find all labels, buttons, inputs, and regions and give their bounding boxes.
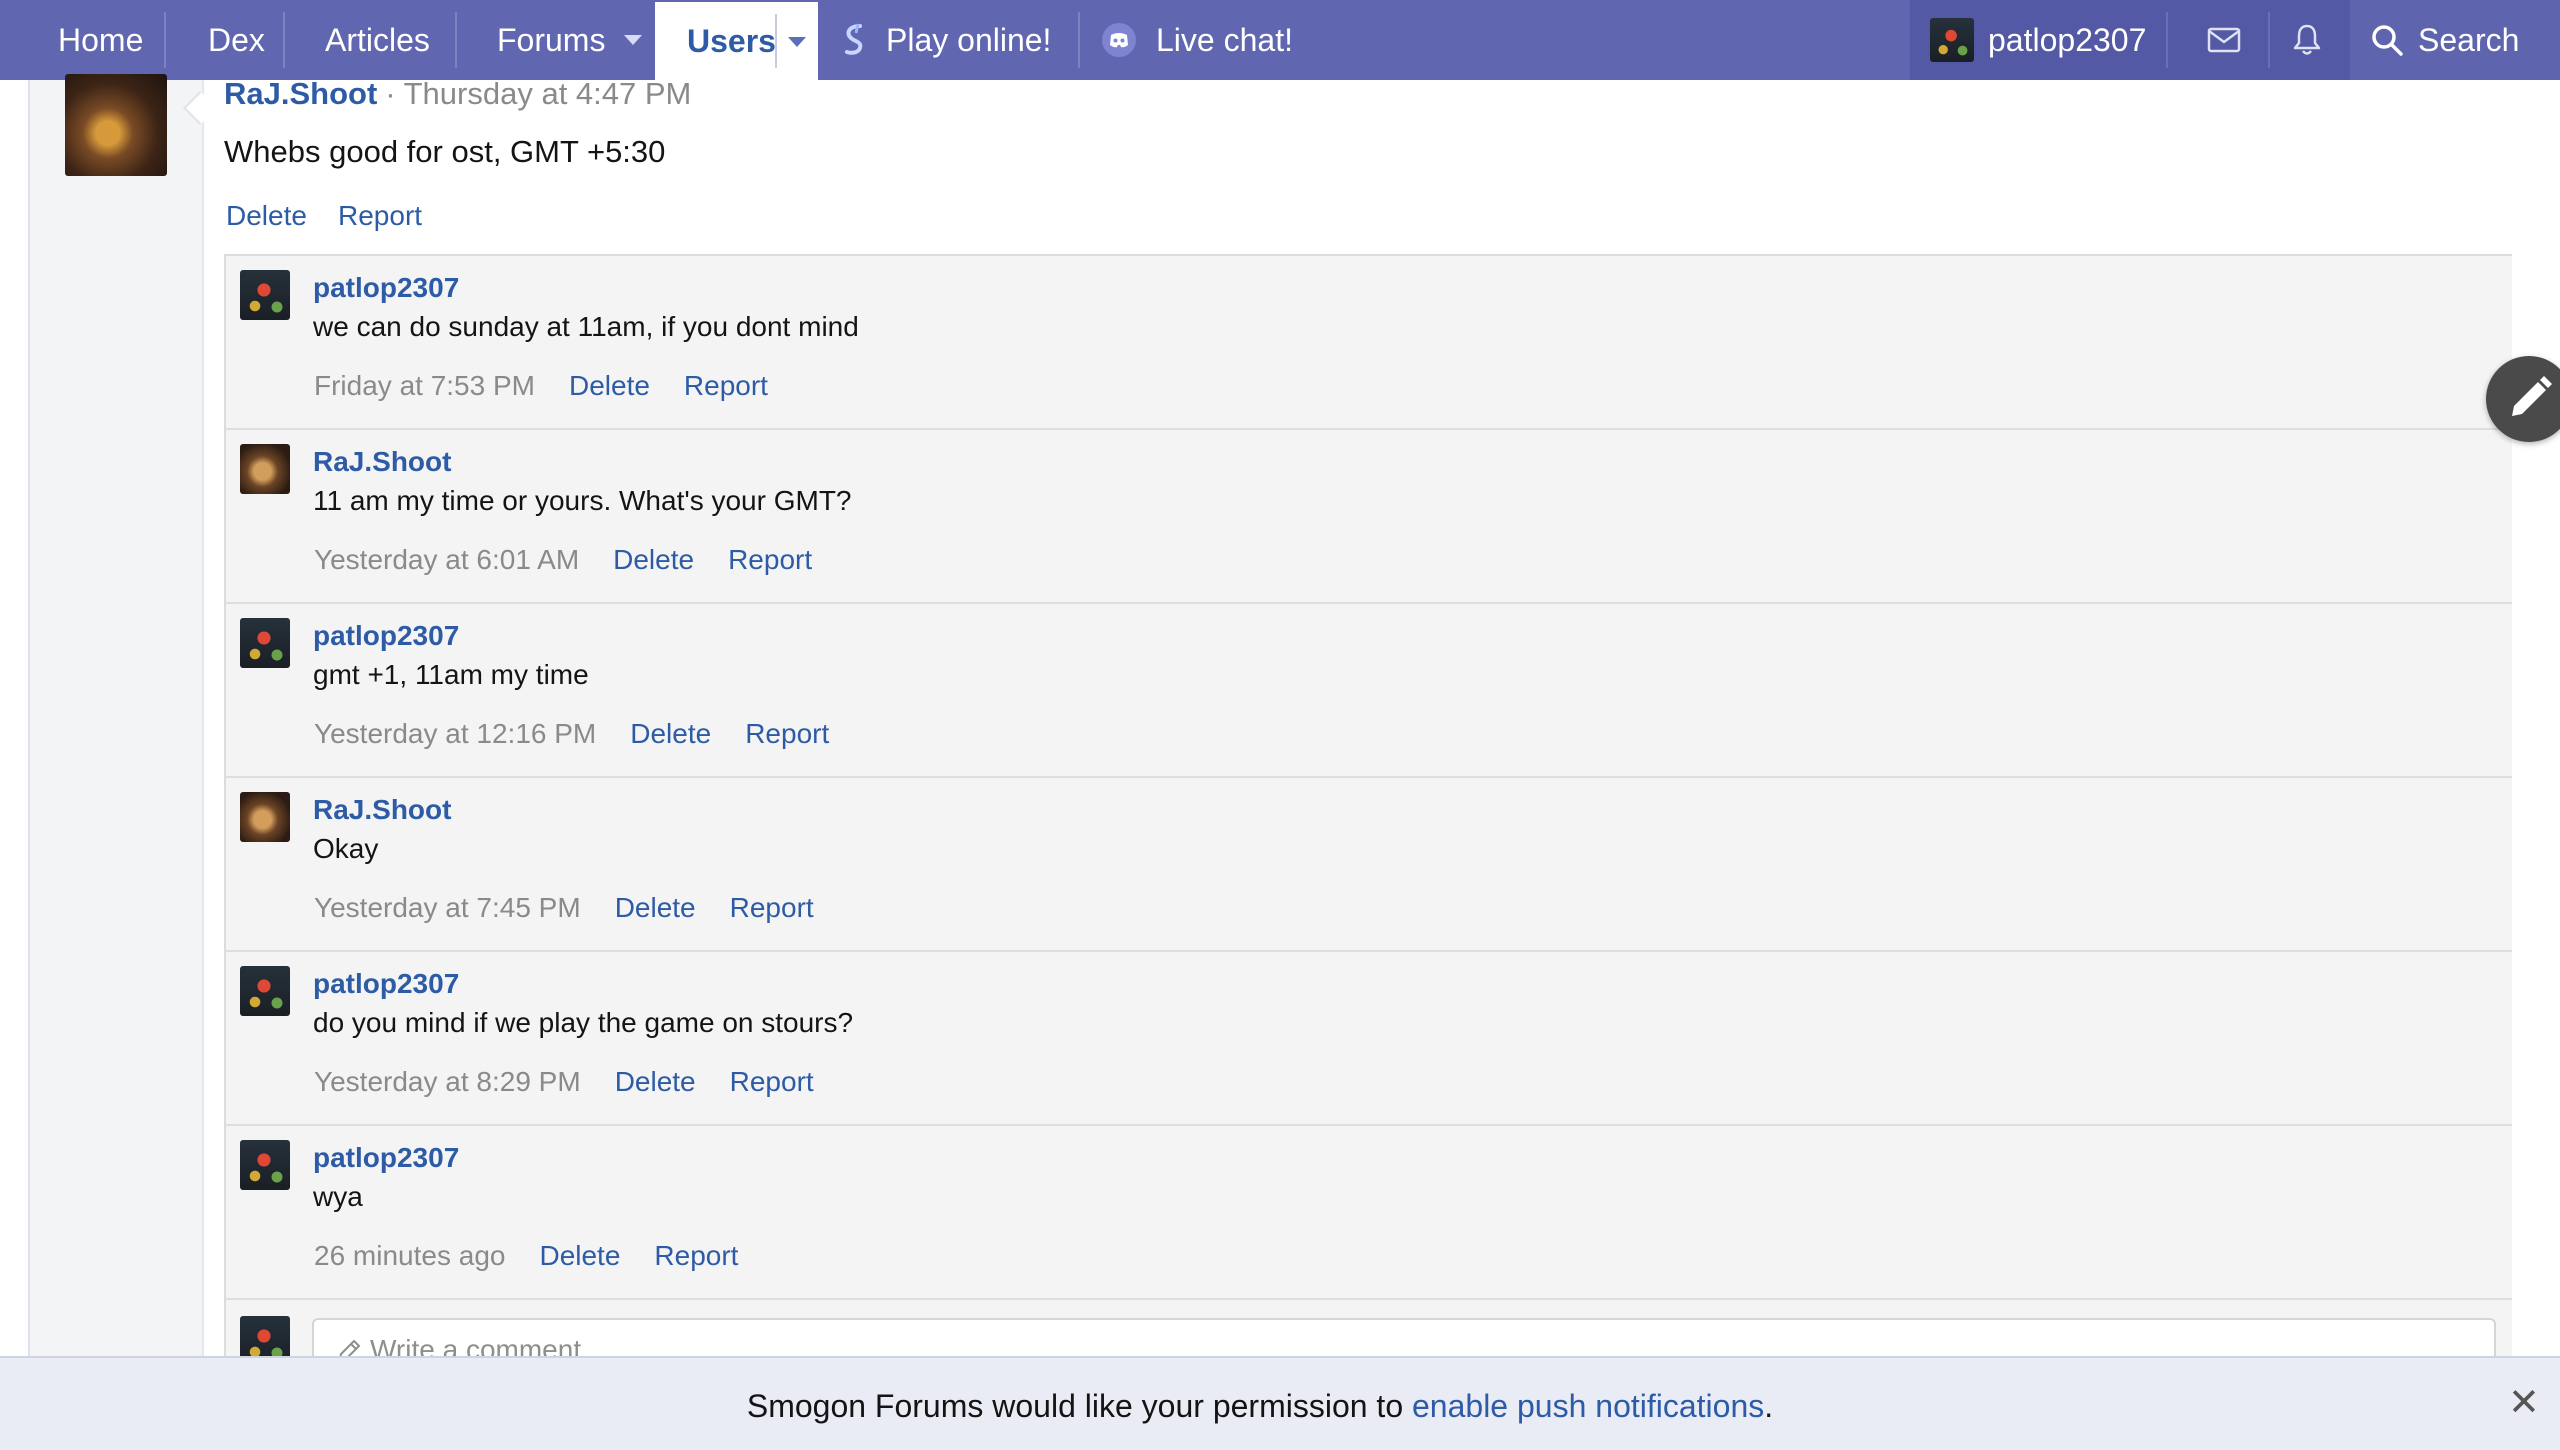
comment-delete-link[interactable]: Delete [569,370,650,402]
comments-list: patlop2307 we can do sunday at 11am, if … [224,254,2512,1402]
comment-delete-link[interactable]: Delete [630,718,711,750]
comment-item: patlop2307 gmt +1, 11am my time Yesterda… [226,604,2512,778]
comment-author[interactable]: patlop2307 [313,272,459,304]
post-header: RaJ.Shoot · Thursday at 4:47 PM [224,76,691,112]
avatar [1930,18,1974,62]
comment-delete-link[interactable]: Delete [615,1066,696,1098]
comment-timestamp[interactable]: Yesterday at 12:16 PM [314,718,596,750]
comment-delete-link[interactable]: Delete [539,1240,620,1272]
live-chat-label: Live chat! [1156,21,1293,58]
nav-forums[interactable]: Forums [497,0,605,80]
post-author-link[interactable]: RaJ.Shoot [224,76,377,111]
nav-articles[interactable]: Articles [325,0,430,80]
nav-divider [283,12,285,68]
nav-home[interactable]: Home [58,0,143,80]
comment-author[interactable]: patlop2307 [313,620,459,652]
comment-author[interactable]: RaJ.Shoot [313,446,451,478]
avatar-column [30,80,204,1370]
inbox-button[interactable] [2207,0,2241,80]
search-icon [2372,25,2403,56]
avatar[interactable] [240,618,290,668]
bell-icon [2293,24,2321,55]
comment-item: patlop2307 wya 26 minutes ago Delete Rep… [226,1126,2512,1300]
comment-author[interactable]: patlop2307 [313,968,459,1000]
nav-divider [2268,12,2270,68]
comment-timestamp[interactable]: Yesterday at 6:01 AM [314,544,579,576]
comment-actions: Yesterday at 8:29 PM Delete Report [314,1066,814,1098]
comment-report-link[interactable]: Report [684,370,768,402]
comment-report-link[interactable]: Report [728,544,812,576]
comment-text: wya [313,1181,363,1212]
comment-actions: 26 minutes ago Delete Report [314,1240,738,1272]
push-message-end: . [1764,1388,1774,1424]
pencil-icon [2512,376,2552,416]
enable-push-link[interactable]: enable push notifications [1412,1388,1764,1424]
nav-users-label: Users [687,23,776,59]
comment-delete-link[interactable]: Delete [613,544,694,576]
discord-icon [1102,23,1136,57]
nav-live-chat[interactable]: Live chat! [1102,0,1293,80]
comment-item: RaJ.Shoot Okay Yesterday at 7:45 PM Dele… [226,778,2512,952]
comment-timestamp[interactable]: Yesterday at 8:29 PM [314,1066,581,1098]
push-message-text: Smogon Forums would like your permission… [746,1388,1412,1424]
post-author-avatar[interactable] [65,74,167,176]
post-timestamp[interactable]: Thursday at 4:47 PM [404,76,692,111]
avatar[interactable] [240,270,290,320]
comment-actions: Yesterday at 12:16 PM Delete Report [314,718,829,750]
account-area: patlop2307 [1910,0,2350,80]
users-chevron-down-icon[interactable] [788,37,806,47]
nav-divider [164,12,166,68]
comment-item: RaJ.Shoot 11 am my time or yours. What's… [226,430,2512,604]
avatar[interactable] [240,792,290,842]
comment-report-link[interactable]: Report [730,892,814,924]
nav-divider [455,12,457,68]
close-icon[interactable]: ✕ [2508,1380,2540,1425]
comment-item: patlop2307 we can do sunday at 11am, if … [226,256,2512,430]
top-navigation: Home Dex Articles Forums Users Play onli… [0,0,2560,80]
nav-users-tab[interactable]: Users [655,2,818,80]
account-menu[interactable]: patlop2307 [1930,0,2146,80]
nav-dex[interactable]: Dex [208,0,265,80]
envelope-icon [2207,27,2241,53]
forums-chevron-down-icon[interactable] [624,35,642,45]
header-separator: · [385,76,396,111]
avatar[interactable] [240,966,290,1016]
comment-author[interactable]: RaJ.Shoot [313,794,451,826]
account-username: patlop2307 [1988,21,2147,58]
search-label: Search [2418,21,2520,58]
comment-delete-link[interactable]: Delete [615,892,696,924]
floating-edit-button[interactable] [2486,356,2560,442]
comment-actions: Yesterday at 6:01 AM Delete Report [314,544,812,576]
avatar[interactable] [240,1140,290,1190]
comment-author[interactable]: patlop2307 [313,1142,459,1174]
comment-report-link[interactable]: Report [745,718,829,750]
nav-divider [1078,12,1080,68]
comment-item: patlop2307 do you mind if we play the ga… [226,952,2512,1126]
comment-actions: Yesterday at 7:45 PM Delete Report [314,892,814,924]
comment-actions: Friday at 7:53 PM Delete Report [314,370,768,402]
comment-text: 11 am my time or yours. What's your GMT? [313,485,852,516]
comment-report-link[interactable]: Report [654,1240,738,1272]
comment-timestamp[interactable]: Yesterday at 7:45 PM [314,892,581,924]
comment-timestamp[interactable]: 26 minutes ago [314,1240,505,1272]
post-delete-link[interactable]: Delete [226,200,307,232]
nav-divider [2166,12,2168,68]
comment-text: we can do sunday at 11am, if you dont mi… [313,311,859,342]
comment-text: Okay [313,833,379,864]
comment-report-link[interactable]: Report [730,1066,814,1098]
comment-text: do you mind if we play the game on stour… [313,1007,854,1038]
post-message: Whebs good for ost, GMT +5:30 [224,134,666,169]
search-button[interactable]: Search [2350,0,2560,80]
avatar[interactable] [240,444,290,494]
comment-text: gmt +1, 11am my time [313,659,589,690]
push-message: Smogon Forums would like your permission… [0,1388,2520,1425]
showdown-icon [845,23,863,55]
post-report-link[interactable]: Report [338,200,422,232]
nav-divider [775,14,777,68]
play-online-label: Play online! [886,21,1052,58]
comment-timestamp[interactable]: Friday at 7:53 PM [314,370,535,402]
push-notification-banner: Smogon Forums would like your permission… [0,1356,2560,1450]
alerts-button[interactable] [2292,0,2322,80]
nav-play-online[interactable]: Play online! [842,0,1051,80]
